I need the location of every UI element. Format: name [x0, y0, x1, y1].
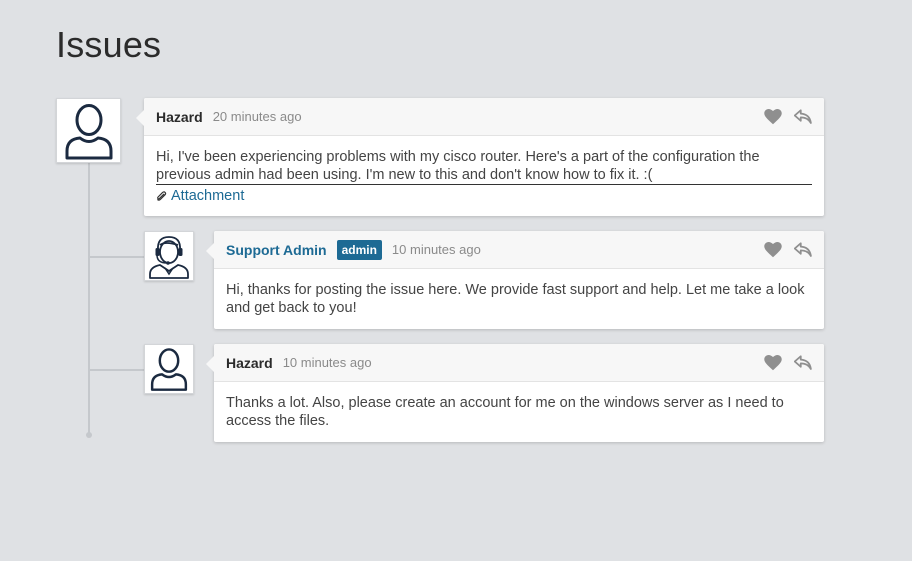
- comment-text: Thanks a lot. Also, please create an acc…: [226, 395, 784, 429]
- page-title: Issues: [56, 24, 162, 65]
- timestamp: 10 minutes ago: [282, 355, 372, 370]
- comment-text: Hi, I've been experiencing problems with…: [156, 148, 812, 185]
- comment-text: Hi, thanks for posting the issue here. W…: [226, 282, 805, 316]
- thread-branch: [90, 256, 144, 258]
- comment-header: Hazard 20 minutes ago: [144, 98, 824, 136]
- comment-body: Thanks a lot. Also, please create an acc…: [214, 382, 824, 440]
- thread-branch: [90, 369, 144, 371]
- comment-body: Hi, thanks for posting the issue here. W…: [214, 269, 824, 327]
- author-name[interactable]: Hazard: [156, 109, 203, 125]
- heart-icon[interactable]: [764, 108, 782, 125]
- attachment-label[interactable]: Attachment: [171, 187, 244, 205]
- comment-body: Hi, I've been experiencing problems with…: [144, 136, 824, 215]
- avatar[interactable]: [56, 98, 121, 163]
- heart-icon[interactable]: [764, 241, 782, 258]
- comment-card: Support Admin admin 10 minutes ago Hi, t…: [206, 231, 824, 329]
- comment-header: Support Admin admin 10 minutes ago: [214, 231, 824, 269]
- reply-icon[interactable]: [794, 354, 812, 371]
- user-outline-icon: [65, 103, 112, 159]
- avatar[interactable]: [144, 344, 194, 394]
- comment-card: Hazard 20 minutes ago Hi, I've been expe…: [136, 98, 824, 216]
- comment-actions: [764, 108, 812, 125]
- avatar[interactable]: [144, 231, 194, 281]
- attachment-link[interactable]: Attachment: [156, 187, 812, 205]
- admin-badge: admin: [336, 239, 382, 260]
- heart-icon[interactable]: [764, 354, 782, 371]
- comment-card: Hazard 10 minutes ago Thanks a lot. Also…: [206, 344, 824, 442]
- support-agent-headset-icon: [149, 236, 189, 279]
- timestamp: 20 minutes ago: [212, 109, 302, 124]
- thread-end-dot: [86, 432, 92, 438]
- author-name[interactable]: Hazard: [226, 355, 273, 371]
- paperclip-icon: [157, 190, 167, 201]
- user-outline-icon: [150, 348, 188, 391]
- comment-actions: [764, 354, 812, 371]
- reply-icon[interactable]: [794, 108, 812, 125]
- author-name[interactable]: Support Admin: [226, 242, 327, 258]
- comment-actions: [764, 241, 812, 258]
- timestamp: 10 minutes ago: [391, 242, 481, 257]
- thread-line: [88, 163, 90, 433]
- reply-icon[interactable]: [794, 241, 812, 258]
- comment-header: Hazard 10 minutes ago: [214, 344, 824, 382]
